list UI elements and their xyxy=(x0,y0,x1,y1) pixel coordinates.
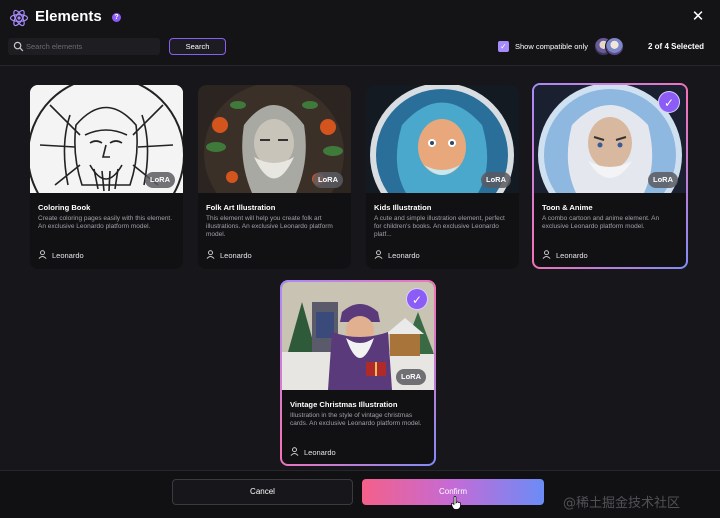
checkbox-check-icon: ✓ xyxy=(500,42,507,51)
lora-badge: LoRA xyxy=(145,172,175,188)
element-card-coloring-book[interactable]: LoRA Coloring Book Create coloring pages… xyxy=(30,85,183,269)
card-description: A combo cartoon and anime element. An ex… xyxy=(542,215,660,231)
author-name: Leonardo xyxy=(220,251,252,260)
selected-avatars xyxy=(594,37,624,56)
close-button[interactable]: ✕ xyxy=(689,8,707,26)
avatar xyxy=(605,37,624,56)
card-author: Leonardo xyxy=(38,250,84,260)
elements-modal: Elements ? ✕ Search ✓ Show compatible on… xyxy=(0,0,720,518)
element-card-toon-anime[interactable]: ✓ LoRA Toon & Anime A combo cartoon and … xyxy=(532,83,688,269)
card-author: Leonardo xyxy=(290,447,336,457)
card-author: Leonardo xyxy=(374,250,420,260)
card-description: A cute and simple illustration element, … xyxy=(374,215,505,239)
element-card-kids-illustration[interactable]: LoRA Kids Illustration A cute and simple… xyxy=(366,85,519,269)
card-title: Folk Art Illustration xyxy=(206,203,276,212)
search-box xyxy=(8,38,160,55)
search-icon xyxy=(13,41,24,52)
card-title: Coloring Book xyxy=(38,203,91,212)
card-title: Kids Illustration xyxy=(374,203,432,212)
card-author: Leonardo xyxy=(542,250,588,260)
card-description: Create coloring pages easily with this e… xyxy=(38,215,173,231)
modal-header: Elements ? ✕ Search ✓ Show compatible on… xyxy=(0,0,720,66)
user-icon xyxy=(206,250,215,259)
author-name: Leonardo xyxy=(304,448,336,457)
author-name: Leonardo xyxy=(52,251,84,260)
selected-count: 2 of 4 Selected xyxy=(648,42,705,51)
lora-badge: LoRA xyxy=(396,369,426,385)
element-card-folk-art-illustration[interactable]: LoRA Folk Art Illustration This element … xyxy=(198,85,351,269)
show-compatible-label[interactable]: Show compatible only xyxy=(515,42,588,51)
cancel-button[interactable]: Cancel xyxy=(172,479,353,505)
modal-title: Elements xyxy=(35,8,102,25)
lora-badge: LoRA xyxy=(481,172,511,188)
user-icon xyxy=(290,447,299,456)
lora-badge: LoRA xyxy=(313,172,343,188)
card-description: Illustration in the style of vintage chr… xyxy=(290,412,422,428)
user-icon xyxy=(374,250,383,259)
author-name: Leonardo xyxy=(556,251,588,260)
react-atom-icon xyxy=(9,9,29,27)
show-compatible-checkbox[interactable]: ✓ xyxy=(498,41,509,52)
user-icon xyxy=(38,250,47,259)
lora-badge: LoRA xyxy=(648,172,678,188)
card-title: Vintage Christmas Illustration xyxy=(290,400,398,409)
selected-check-icon[interactable]: ✓ xyxy=(406,288,428,310)
search-input[interactable] xyxy=(26,38,156,55)
cursor-hand-icon xyxy=(451,496,461,510)
element-card-vintage-christmas-illustration[interactable]: ✓ LoRA Vintage Christmas Illustration Il… xyxy=(280,280,436,466)
help-icon[interactable]: ? xyxy=(112,13,121,22)
card-title: Toon & Anime xyxy=(542,203,593,212)
selected-check-icon[interactable]: ✓ xyxy=(658,91,680,113)
user-icon xyxy=(542,250,551,259)
card-author: Leonardo xyxy=(206,250,252,260)
card-description: This element will help you create folk a… xyxy=(206,215,333,239)
watermark: @稀土掘金技术社区 xyxy=(563,496,681,511)
search-button[interactable]: Search xyxy=(169,38,226,55)
author-name: Leonardo xyxy=(388,251,420,260)
